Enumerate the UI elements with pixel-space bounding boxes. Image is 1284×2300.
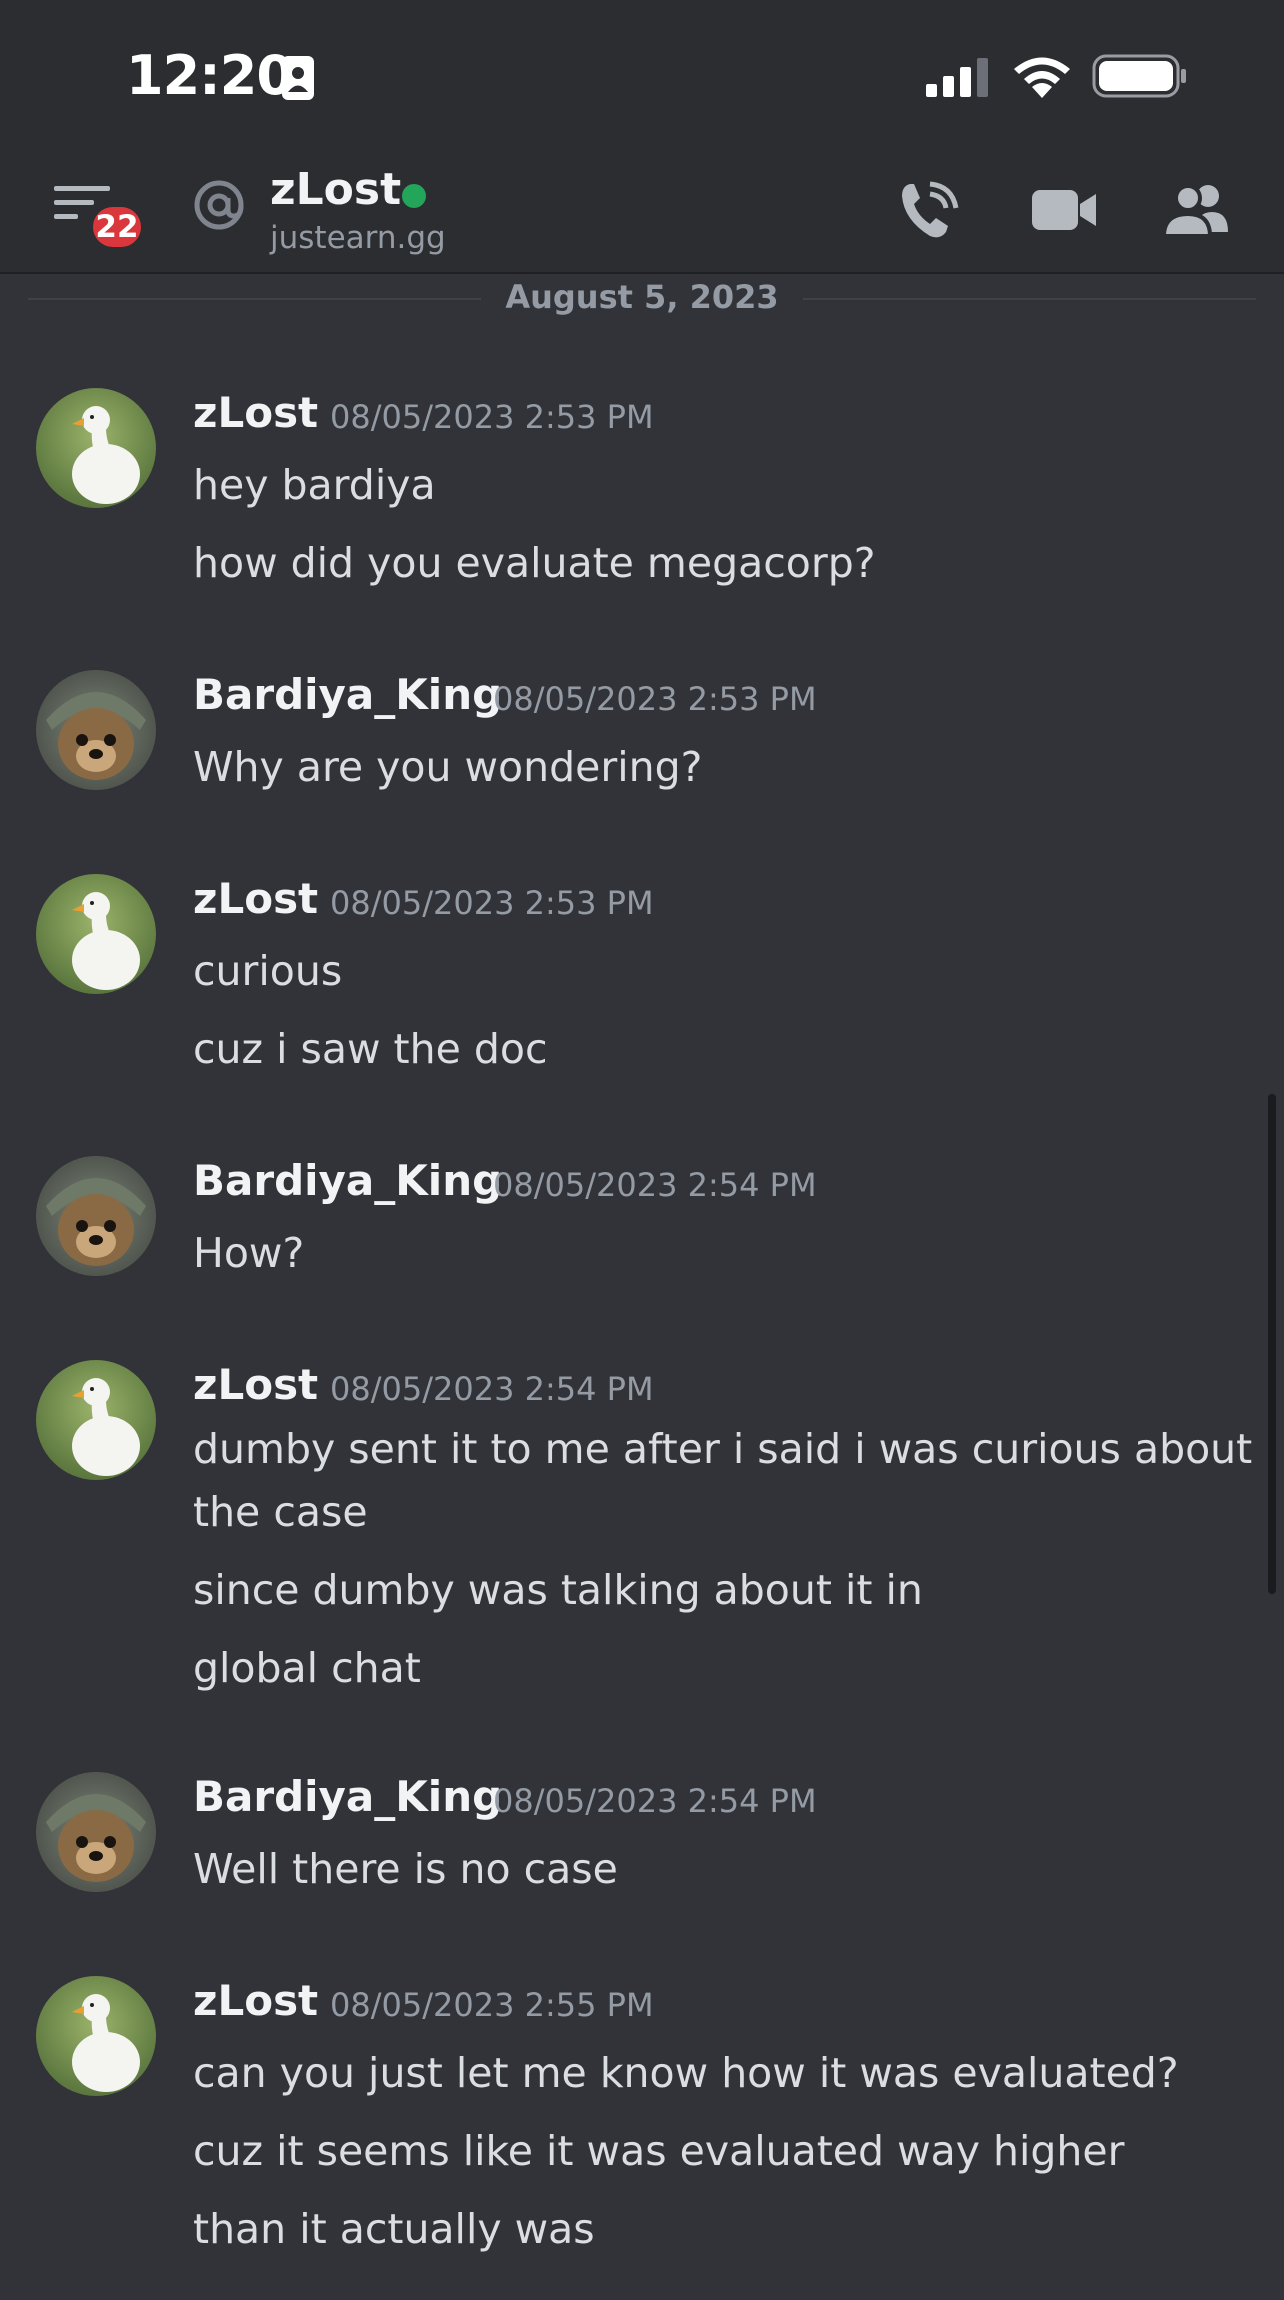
message-username[interactable]: zLost: [193, 1976, 318, 2025]
phone-call-icon: [902, 181, 959, 238]
message-timestamp: 08/05/2023 2:53 PM: [493, 680, 817, 718]
message-text: dumby sent it to me after i said i was c…: [193, 1425, 1253, 1473]
members-button[interactable]: [1161, 178, 1232, 242]
user-avatar[interactable]: [36, 874, 156, 994]
dog-avatar-icon: [36, 1156, 156, 1276]
scrollbar[interactable]: [1268, 1094, 1276, 1594]
duck-avatar-icon: [36, 388, 156, 508]
message-username[interactable]: Bardiya_King: [193, 670, 502, 719]
message-text: the case: [193, 1488, 368, 1536]
message-timestamp: 08/05/2023 2:53 PM: [330, 398, 654, 436]
menu-button[interactable]: 22: [50, 180, 150, 252]
members-icon: [1161, 184, 1228, 238]
message-text: since dumby was talking about it in: [193, 1566, 923, 1614]
message-timestamp: 08/05/2023 2:54 PM: [493, 1166, 817, 1204]
message-text: How?: [193, 1229, 305, 1277]
message-text: global chat: [193, 1644, 421, 1692]
message-text: cuz it seems like it was evaluated way h…: [193, 2127, 1125, 2175]
message-timestamp: 08/05/2023 2:53 PM: [330, 884, 654, 922]
user-avatar[interactable]: [36, 670, 156, 790]
cellular-signal-icon: [926, 58, 988, 97]
duck-avatar-icon: [36, 874, 156, 994]
user-avatar[interactable]: [36, 1360, 156, 1480]
channel-name[interactable]: zLost: [270, 164, 401, 215]
message-timestamp: 08/05/2023 2:54 PM: [493, 1782, 817, 1820]
message-timestamp: 08/05/2023 2:55 PM: [330, 1986, 654, 2024]
channel-header: 22 zLost justearn.gg: [0, 150, 1284, 274]
date-divider: August 5, 2023: [28, 278, 1256, 318]
user-avatar[interactable]: [36, 1156, 156, 1276]
message-text: curious: [193, 947, 343, 995]
online-status-dot: [402, 184, 426, 208]
message-text: Why are you wondering?: [193, 743, 703, 791]
message-username[interactable]: Bardiya_King: [193, 1772, 502, 1821]
message-text: cuz i saw the doc: [193, 1025, 548, 1073]
user-avatar[interactable]: [36, 1976, 156, 2096]
message-text: than it actually was: [193, 2205, 595, 2253]
message-username[interactable]: Bardiya_King: [193, 1156, 502, 1205]
message-text: Well there is no case: [193, 1845, 618, 1893]
message-timestamp: 08/05/2023 2:54 PM: [330, 1370, 654, 1408]
at-icon: [194, 180, 244, 230]
dog-avatar-icon: [36, 1772, 156, 1892]
video-call-button[interactable]: [1030, 178, 1100, 242]
notification-badge: 22: [88, 202, 146, 252]
duck-avatar-icon: [36, 1360, 156, 1480]
battery-icon: [1092, 54, 1186, 98]
status-bar: 12:20: [0, 0, 1284, 150]
wifi-icon: [1014, 57, 1070, 98]
dog-avatar-icon: [36, 670, 156, 790]
message-text: hey bardiya: [193, 461, 436, 509]
video-camera-icon: [1032, 190, 1096, 230]
message-username[interactable]: zLost: [193, 388, 318, 437]
message-text: can you just let me know how it was eval…: [193, 2049, 1179, 2097]
duck-avatar-icon: [36, 1976, 156, 2096]
status-time: 12:20: [126, 44, 294, 107]
voice-call-button[interactable]: [896, 178, 966, 242]
message-text: how did you evaluate megacorp?: [193, 539, 876, 587]
message-username[interactable]: zLost: [193, 1360, 318, 1409]
channel-subtitle: justearn.gg: [270, 220, 446, 256]
message-username[interactable]: zLost: [193, 874, 318, 923]
user-avatar[interactable]: [36, 1772, 156, 1892]
date-divider-label: August 5, 2023: [481, 278, 803, 316]
contact-card-icon: [282, 56, 314, 100]
user-avatar[interactable]: [36, 388, 156, 508]
